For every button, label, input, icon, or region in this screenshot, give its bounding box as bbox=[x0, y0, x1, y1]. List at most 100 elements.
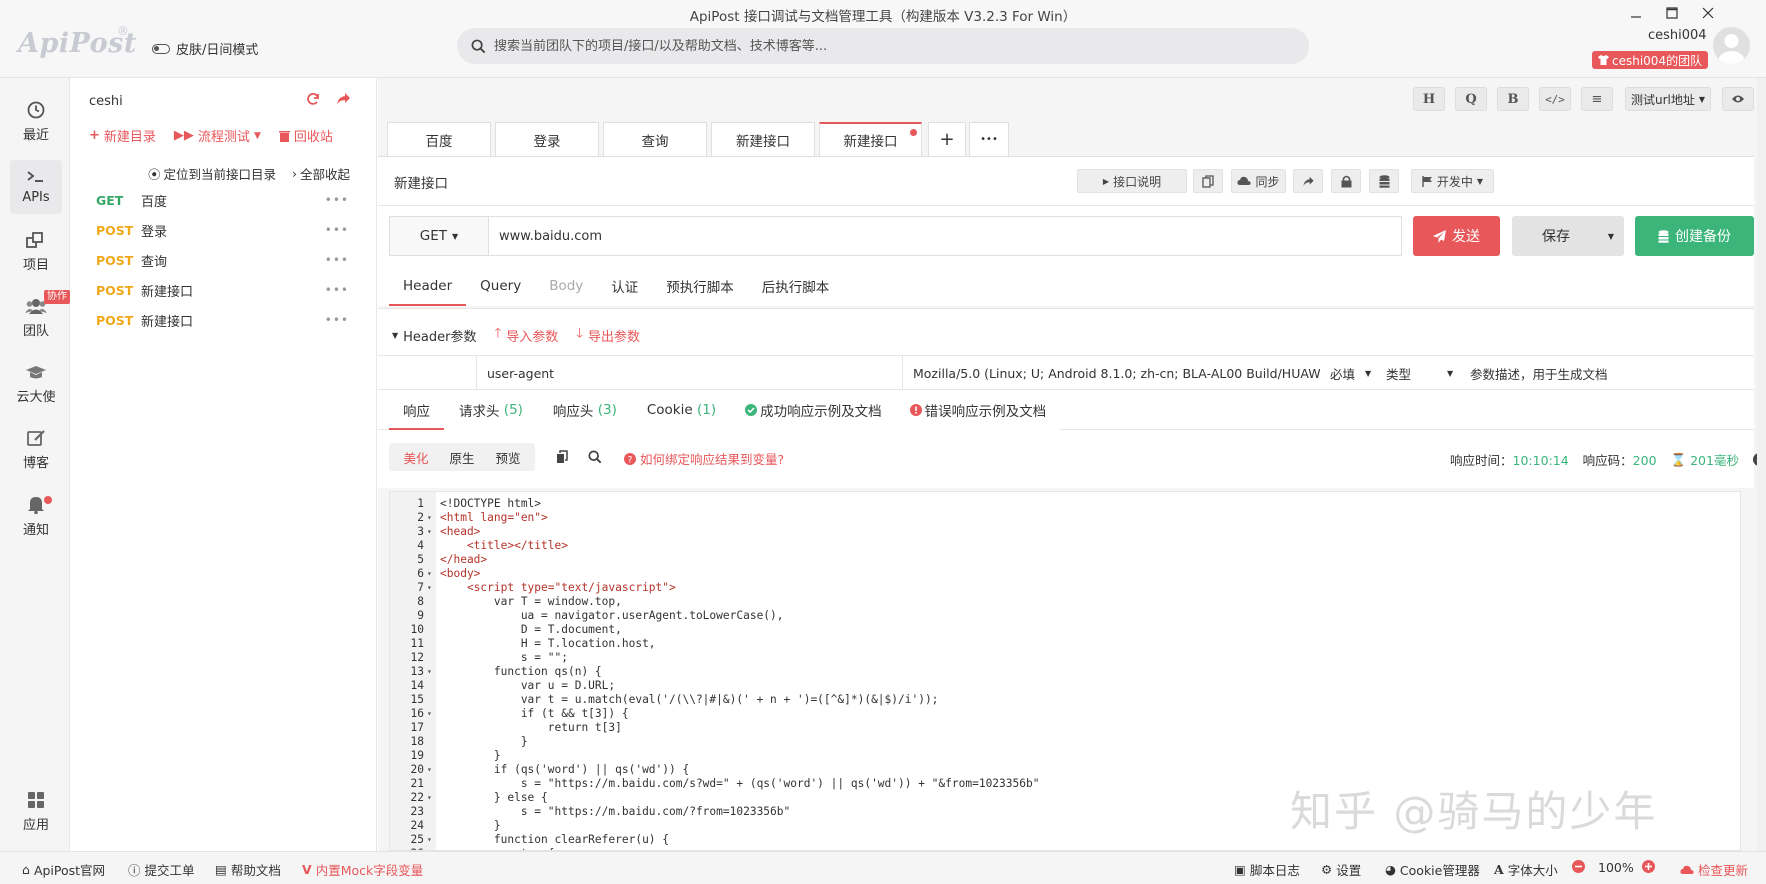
tab-add-button[interactable]: + bbox=[928, 122, 966, 156]
help-docs-link[interactable]: ▤ 帮助文档 bbox=[215, 860, 281, 879]
param-type-select[interactable]: 类型 ▼ bbox=[1376, 356, 1460, 390]
mock-vars-link[interactable]: V 内置Mock字段变量 bbox=[302, 860, 423, 879]
param-value[interactable]: Mozilla/5.0 (Linux; U; Android 8.1.0; zh… bbox=[902, 356, 1320, 390]
tab-more-button[interactable]: ••• bbox=[969, 122, 1009, 156]
refresh-icon[interactable] bbox=[306, 92, 320, 106]
header-params-toggle[interactable]: ▼ Header参数 bbox=[392, 324, 477, 346]
api-list-item[interactable]: POST 登录 ••• bbox=[71, 215, 377, 245]
zoom-out-button[interactable] bbox=[1572, 860, 1585, 873]
send-button[interactable]: 发送 bbox=[1413, 216, 1500, 256]
tab-query-params[interactable]: Query bbox=[466, 266, 535, 306]
share-api-button[interactable] bbox=[1293, 169, 1323, 193]
tab-success-example[interactable]: 成功响应示例及文档 bbox=[731, 390, 896, 430]
nav-apps[interactable]: 应用 bbox=[10, 785, 62, 839]
mode-preview[interactable]: 预览 bbox=[495, 448, 520, 467]
tab-request-headers[interactable]: 请求头 (5) bbox=[444, 390, 538, 430]
fold-arrow-icon[interactable]: ▾ bbox=[427, 525, 432, 539]
api-list-item[interactable]: GET 百度 ••• bbox=[71, 185, 377, 215]
create-backup-button[interactable]: 创建备份 bbox=[1635, 216, 1754, 256]
minimize-button[interactable] bbox=[1625, 4, 1647, 22]
api-more-button[interactable]: ••• bbox=[325, 193, 349, 207]
tab-query[interactable]: 查询 bbox=[603, 122, 707, 156]
global-search[interactable] bbox=[457, 28, 1309, 64]
zoom-in-button[interactable] bbox=[1642, 860, 1655, 873]
tab-response[interactable]: 响应 bbox=[389, 390, 444, 430]
tab-response-headers[interactable]: 响应头 (3) bbox=[538, 390, 632, 430]
eye-button[interactable] bbox=[1722, 87, 1754, 111]
fold-arrow-icon[interactable]: ▾ bbox=[427, 665, 432, 679]
code-view-button[interactable]: </> bbox=[1539, 87, 1571, 111]
submit-ticket-link[interactable]: ⓘ 提交工单 bbox=[128, 860, 195, 879]
tab-body[interactable]: Body bbox=[535, 266, 597, 306]
tab-post-script[interactable]: 后执行脚本 bbox=[748, 266, 844, 306]
share-icon[interactable] bbox=[336, 92, 351, 106]
recycle-bin-button[interactable]: 回收站 bbox=[278, 126, 333, 145]
import-params-button[interactable]: 🡑 导入参数 bbox=[495, 324, 559, 346]
mode-pretty[interactable]: 美化 bbox=[403, 448, 428, 467]
tab-error-example[interactable]: 错误响应示例及文档 bbox=[896, 390, 1061, 430]
param-checkbox-cell[interactable] bbox=[378, 356, 476, 390]
api-list-item[interactable]: POST 新建接口 ••• bbox=[71, 275, 377, 305]
locate-current-button[interactable]: ⦿ 定位到当前接口目录 bbox=[148, 164, 276, 183]
save-dropdown-caret[interactable]: ▼ bbox=[1600, 232, 1622, 241]
tab-login[interactable]: 登录 bbox=[495, 122, 599, 156]
tab-new-api-2[interactable]: 新建接口 bbox=[819, 122, 922, 156]
collapse-all-button[interactable]: › 全部收起 bbox=[292, 164, 350, 183]
close-button[interactable] bbox=[1697, 4, 1719, 22]
tab-new-api-1[interactable]: 新建接口 bbox=[711, 122, 815, 156]
tab-pre-script[interactable]: 预执行脚本 bbox=[652, 266, 748, 306]
fold-arrow-icon[interactable]: ▾ bbox=[427, 763, 432, 777]
method-select[interactable]: GET ▼ bbox=[389, 216, 489, 256]
avatar[interactable] bbox=[1713, 27, 1750, 64]
url-input[interactable] bbox=[489, 216, 1402, 256]
api-name[interactable]: 新建接口 bbox=[394, 172, 448, 192]
api-more-button[interactable]: ••• bbox=[325, 283, 349, 297]
api-more-button[interactable]: ••• bbox=[325, 253, 349, 267]
database-button[interactable] bbox=[1369, 169, 1399, 193]
sync-button[interactable]: 同步 bbox=[1231, 169, 1286, 193]
nav-ambassador[interactable]: 云大使 bbox=[10, 358, 62, 412]
fold-arrow-icon[interactable]: ▾ bbox=[427, 581, 432, 595]
url-select[interactable]: 测试url地址 ▼ bbox=[1625, 87, 1711, 111]
nav-projects[interactable]: 项目 bbox=[10, 225, 62, 279]
copy-response-icon[interactable] bbox=[556, 450, 569, 464]
search-input[interactable] bbox=[494, 38, 1274, 54]
theme-toggle[interactable]: 皮肤/日间模式 bbox=[152, 39, 258, 58]
check-update-button[interactable]: 检查更新 bbox=[1680, 860, 1748, 879]
main-scrollbar[interactable] bbox=[1757, 78, 1766, 851]
flow-test-button[interactable]: ▶▶ 流程测试 ▼ bbox=[174, 126, 261, 145]
tab-baidu[interactable]: 百度 bbox=[387, 122, 491, 156]
toolbar-q-button[interactable]: Q bbox=[1455, 87, 1487, 111]
save-button[interactable]: 保存 ▼ bbox=[1512, 216, 1624, 256]
tab-auth[interactable]: 认证 bbox=[597, 266, 652, 306]
export-params-button[interactable]: 🡓 导出参数 bbox=[576, 324, 640, 346]
settings-sliders-button[interactable]: ≡ bbox=[1581, 87, 1613, 111]
api-doc-button[interactable]: ▶ 接口说明 bbox=[1077, 169, 1187, 193]
nav-notifications[interactable]: 通知 bbox=[10, 489, 62, 543]
team-badge[interactable]: ceshi004的团队 bbox=[1592, 51, 1709, 69]
fold-arrow-icon[interactable]: ▾ bbox=[427, 833, 432, 847]
tab-header[interactable]: Header bbox=[389, 266, 467, 306]
param-key[interactable]: user-agent bbox=[476, 356, 902, 390]
api-more-button[interactable]: ••• bbox=[325, 223, 349, 237]
toolbar-b-button[interactable]: B bbox=[1497, 87, 1529, 111]
lock-button[interactable] bbox=[1331, 169, 1361, 193]
toolbar-h-button[interactable]: H bbox=[1413, 87, 1445, 111]
fold-arrow-icon[interactable]: ▾ bbox=[427, 511, 432, 525]
param-description[interactable]: 参数描述，用于生成文档 bbox=[1460, 356, 1754, 390]
nav-recent[interactable]: 最近 bbox=[10, 95, 62, 149]
mode-raw[interactable]: 原生 bbox=[449, 448, 474, 467]
script-log-button[interactable]: ▣ 脚本日志 bbox=[1234, 860, 1300, 879]
username[interactable]: ceshi004 bbox=[1648, 28, 1707, 43]
api-list-item[interactable]: POST 查询 ••• bbox=[71, 245, 377, 275]
bind-variable-help[interactable]: ? 如何绑定响应结果到变量? bbox=[624, 449, 784, 468]
copy-button[interactable] bbox=[1193, 169, 1223, 193]
cookie-manager-button[interactable]: ◕ Cookie管理器 bbox=[1385, 860, 1480, 879]
apipost-site-link[interactable]: ⌂ ApiPost官网 bbox=[22, 860, 105, 879]
settings-button[interactable]: ⚙ 设置 bbox=[1321, 860, 1361, 879]
nav-apis[interactable]: APIs bbox=[10, 160, 62, 214]
param-required-select[interactable]: 必填 ▼ bbox=[1320, 356, 1376, 390]
fold-arrow-icon[interactable]: ▾ bbox=[427, 567, 432, 581]
status-select[interactable]: 开发中 ▼ bbox=[1411, 169, 1494, 193]
maximize-button[interactable] bbox=[1661, 4, 1683, 22]
